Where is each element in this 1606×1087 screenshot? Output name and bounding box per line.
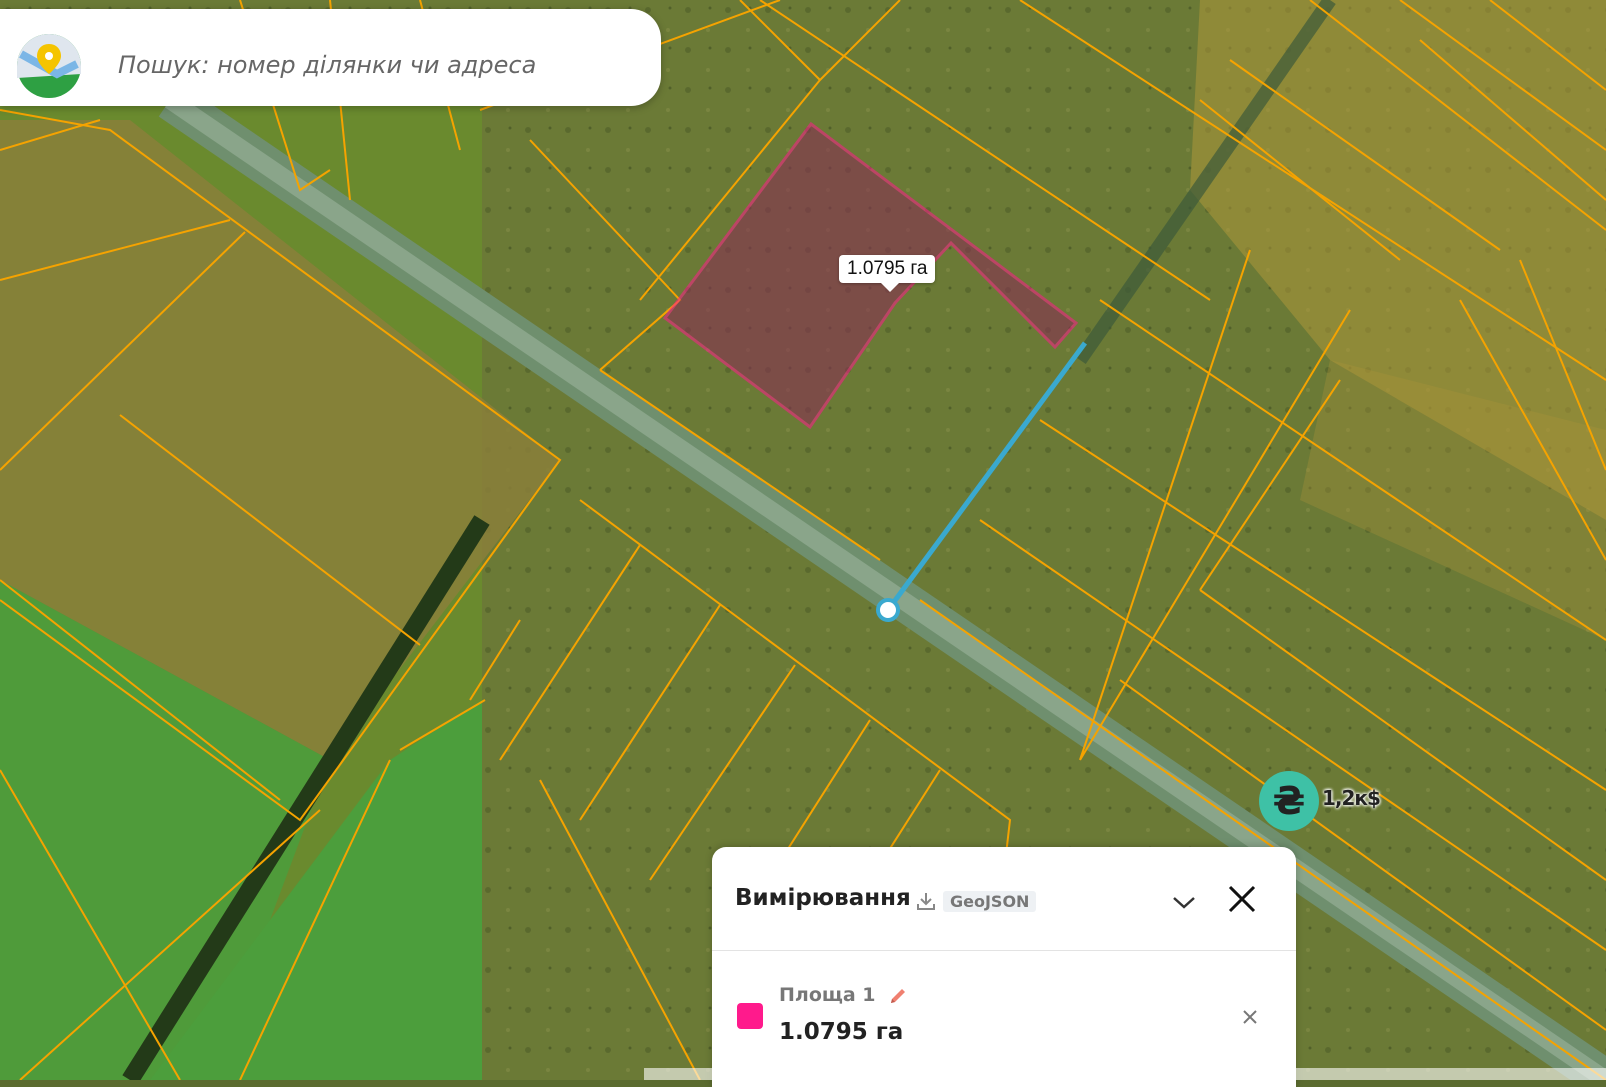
close-icon[interactable] — [1226, 883, 1258, 915]
search-input[interactable] — [118, 47, 618, 83]
price-marker-label[interactable]: 1,2к$ — [1322, 786, 1381, 810]
panel-divider — [712, 950, 1296, 951]
export-geojson-button[interactable]: GeoJSON — [915, 889, 1037, 913]
measurement-item-name: Площа 1 — [779, 984, 908, 1006]
remove-measurement-icon[interactable] — [1240, 1007, 1260, 1027]
measurement-item-label: Площа 1 — [779, 984, 876, 1006]
chevron-down-icon[interactable] — [1170, 888, 1198, 916]
measurement-color-swatch — [737, 1003, 763, 1029]
measurement-panel: Вимірювання GeoJSON Площа 1 1.0795 га — [712, 847, 1296, 1087]
app-logo-icon[interactable] — [17, 34, 81, 98]
search-bar — [0, 9, 661, 106]
measure-handle — [876, 598, 900, 622]
price-marker-icon[interactable]: ₴ — [1259, 771, 1319, 831]
download-icon — [917, 893, 935, 910]
selected-area-label: 1.0795 га — [839, 255, 936, 292]
map-attribution — [644, 1068, 1606, 1080]
measurement-panel-title: Вимірювання — [735, 885, 911, 911]
pencil-icon[interactable] — [888, 986, 908, 1006]
export-geojson-label: GeoJSON — [943, 890, 1037, 912]
measurement-item-value: 1.0795 га — [779, 1019, 904, 1045]
